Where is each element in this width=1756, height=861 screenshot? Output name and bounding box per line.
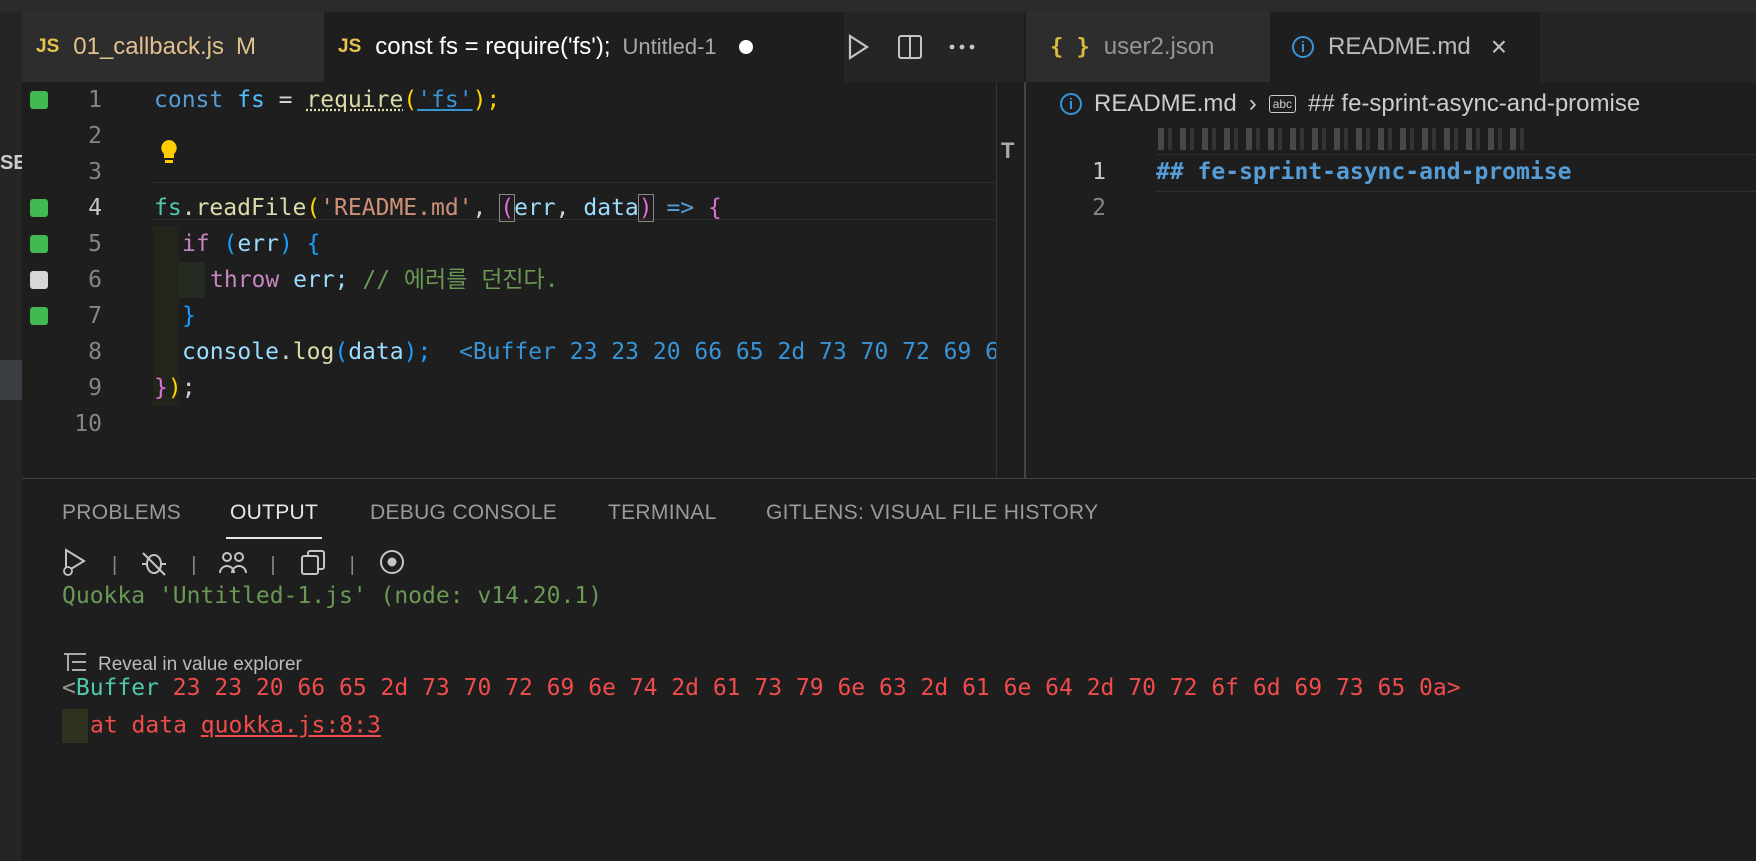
line-number: 2 bbox=[88, 123, 102, 149]
error-indent-marker bbox=[62, 709, 88, 743]
minimap-marker: T bbox=[1001, 138, 1015, 163]
lightbulb-icon[interactable] bbox=[158, 138, 180, 172]
toolbar-separator: | bbox=[112, 554, 118, 576]
line-number: 2 bbox=[1092, 195, 1106, 221]
tab-label: const fs = require('fs'); bbox=[375, 33, 611, 60]
source-location-link[interactable]: quokka.js:8:3 bbox=[201, 713, 381, 739]
tab-label: user2.json bbox=[1103, 33, 1215, 60]
modified-badge: M bbox=[236, 33, 256, 60]
js-file-icon: JS bbox=[338, 36, 362, 57]
toolbar-separator: | bbox=[191, 554, 197, 576]
line-number: 3 bbox=[88, 159, 102, 185]
tab-problems[interactable]: PROBLEMS bbox=[62, 501, 181, 525]
tab-label: 01_callback.js bbox=[73, 33, 224, 60]
line-number: 6 bbox=[88, 267, 102, 293]
tab-readme-md[interactable]: i README.md × bbox=[1270, 12, 1540, 82]
tab-label: README.md bbox=[1328, 33, 1471, 60]
code-line-1: const fs = require('fs'); bbox=[154, 87, 501, 113]
close-icon[interactable]: × bbox=[1491, 31, 1507, 63]
tab-user2-json[interactable]: { } user2.json bbox=[1026, 12, 1270, 82]
bug-icon[interactable] bbox=[139, 547, 169, 584]
line-number: 5 bbox=[88, 231, 102, 257]
info-icon: i bbox=[1292, 36, 1314, 58]
unsaved-dot-icon[interactable] bbox=[738, 40, 753, 54]
copy-icon[interactable] bbox=[298, 547, 328, 584]
line-number: 1 bbox=[1092, 159, 1106, 185]
tab-subtitle: Untitled-1 bbox=[622, 34, 717, 59]
line-number: 9 bbox=[88, 375, 102, 401]
minimap[interactable]: T bbox=[996, 82, 1025, 478]
run-icon[interactable] bbox=[842, 34, 874, 60]
more-actions-icon[interactable] bbox=[946, 43, 978, 51]
tab-debug-console[interactable]: DEBUG CONSOLE bbox=[370, 501, 557, 525]
split-editor-icon[interactable] bbox=[894, 34, 926, 60]
tab-terminal[interactable]: TERMINAL bbox=[608, 501, 717, 525]
code-editor-right[interactable]: 1 2 ## fe-sprint-async-and-promise bbox=[1026, 154, 1756, 234]
tab-gitlens-history[interactable]: GITLENS: VISUAL FILE HISTORY bbox=[766, 501, 1098, 525]
code-line-4: fs.readFile('README.md', (err, data) => … bbox=[154, 194, 722, 222]
tab-output[interactable]: OUTPUT bbox=[225, 501, 323, 539]
info-icon: i bbox=[1060, 93, 1082, 115]
editor-split-divider[interactable] bbox=[1024, 82, 1026, 478]
line-number: 7 bbox=[88, 303, 102, 329]
inline-value-hint: <Buffer 23 23 20 66 65 2d 73 70 72 69 6 bbox=[431, 339, 1000, 365]
sidebar-highlight[interactable] bbox=[0, 360, 22, 400]
toolbar-separator: | bbox=[349, 554, 355, 576]
code-line-6: throw err; // 에러를 던진다. bbox=[210, 267, 559, 293]
toolbar-separator: | bbox=[270, 554, 276, 576]
json-file-icon: { } bbox=[1050, 34, 1090, 60]
title-strip bbox=[0, 0, 1756, 12]
users-icon[interactable] bbox=[218, 547, 248, 584]
code-line-8: console.log(data); <Buffer 23 23 20 66 6… bbox=[182, 339, 1000, 365]
code-line-7: } bbox=[182, 303, 196, 329]
quokka-toolbar: | | | | bbox=[60, 547, 407, 584]
tab-untitled-1[interactable]: JS const fs = require('fs'); Untitled-1 bbox=[324, 12, 844, 82]
chevron-right-icon: › bbox=[1248, 90, 1257, 117]
tab-01-callback[interactable]: JS 01_callback.js M bbox=[22, 12, 324, 82]
quokka-header-line: Quokka 'Untitled-1.js' (node: v14.20.1) bbox=[62, 583, 603, 609]
code-line-5: if (err) { bbox=[182, 231, 321, 257]
string-symbol-icon: abc bbox=[1268, 95, 1297, 113]
line-number: 10 bbox=[74, 411, 102, 437]
line-number: 8 bbox=[88, 339, 102, 365]
code-line-9: }); bbox=[154, 375, 196, 401]
right-tab-bar: { } user2.json i README.md × bbox=[1026, 12, 1756, 82]
run-debug-icon[interactable] bbox=[60, 547, 90, 584]
breadcrumb-file[interactable]: README.md bbox=[1094, 90, 1237, 118]
buffer-output-line: <Buffer 23 23 20 66 65 2d 73 70 72 69 6e… bbox=[62, 675, 1461, 701]
code-editor-left[interactable]: 1 2 3 4 5 6 7 8 9 10 const fs = require(… bbox=[22, 82, 1000, 478]
blurred-codelens bbox=[1158, 128, 1528, 150]
markdown-heading-line: ## fe-sprint-async-and-promise bbox=[1156, 159, 1572, 185]
stack-location-line: at data quokka.js:8:3 bbox=[62, 709, 381, 743]
reveal-label: Reveal in value explorer bbox=[98, 654, 302, 675]
output-panel: PROBLEMS OUTPUT DEBUG CONSOLE TERMINAL G… bbox=[22, 478, 1756, 861]
activity-sidebar: SE bbox=[0, 12, 27, 860]
indent-guide bbox=[179, 262, 205, 298]
js-file-icon: JS bbox=[36, 36, 60, 57]
line-number: 4 bbox=[88, 195, 102, 221]
breadcrumb-heading[interactable]: ## fe-sprint-async-and-promise bbox=[1308, 90, 1640, 118]
editor-actions bbox=[842, 12, 978, 82]
line-number: 1 bbox=[88, 87, 102, 113]
stop-icon[interactable] bbox=[377, 547, 407, 584]
breadcrumb: i README.md › abc ## fe-sprint-async-and… bbox=[1060, 84, 1640, 124]
